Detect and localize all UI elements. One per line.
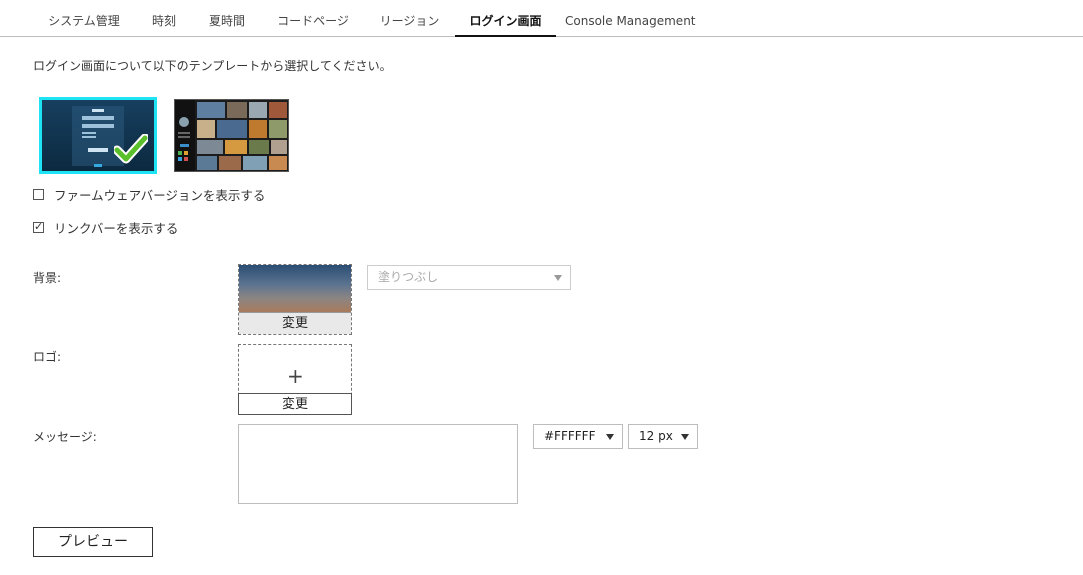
message-font-size-value: 12 px (639, 429, 673, 443)
preview-button[interactable]: プレビュー (33, 527, 153, 557)
background-label: 背景: (33, 271, 62, 285)
background-fill-value: 塗りつぶし (378, 270, 439, 284)
message-label: メッセージ: (33, 430, 97, 444)
chevron-down-icon (606, 434, 614, 440)
show-linkbar-checkbox[interactable]: ✓ (33, 220, 44, 233)
tab-region[interactable]: リージョン (372, 0, 447, 36)
background-change-button[interactable]: 変更 (239, 312, 351, 334)
background-thumbnail (239, 265, 351, 312)
checkmark-icon: ✓ (34, 220, 44, 233)
tab-bar: システム管理 時刻 夏時間 コードページ リージョン ログイン画面 Consol… (0, 0, 1083, 37)
plus-icon: + (287, 364, 304, 388)
show-firmware-option[interactable]: ファームウェアバージョンを表示する (33, 185, 265, 204)
message-font-size-select[interactable]: 12 px (628, 424, 698, 449)
show-firmware-label: ファームウェアバージョンを表示する (54, 188, 266, 203)
tab-login-screen[interactable]: ログイン画面 (455, 0, 556, 37)
tab-time[interactable]: 時刻 (143, 0, 185, 36)
message-color-value: #FFFFFF (544, 429, 596, 443)
chevron-down-icon (554, 275, 562, 281)
tab-console-management[interactable]: Console Management (565, 0, 696, 36)
template-option-2[interactable] (174, 99, 289, 172)
show-linkbar-option[interactable]: ✓ リンクバーを表示する (33, 218, 178, 237)
chevron-down-icon (681, 434, 689, 440)
background-image-box[interactable]: 変更 (238, 264, 352, 335)
tab-codepage[interactable]: コードページ (270, 0, 356, 36)
tab-daylight-saving[interactable]: 夏時間 (201, 0, 253, 36)
selected-check-icon (114, 134, 148, 164)
show-linkbar-label: リンクバーを表示する (54, 221, 179, 236)
background-fill-select[interactable]: 塗りつぶし (367, 265, 571, 290)
show-firmware-checkbox[interactable] (33, 189, 44, 200)
message-textarea[interactable] (238, 424, 518, 504)
intro-text: ログイン画面について以下のテンプレートから選択してください。 (33, 59, 392, 73)
logo-change-button[interactable]: 変更 (238, 393, 352, 415)
template-2-preview (175, 100, 288, 171)
tab-system-admin[interactable]: システム管理 (40, 0, 128, 36)
message-color-select[interactable]: #FFFFFF (533, 424, 623, 449)
logo-upload-box[interactable]: + 変更 (238, 344, 352, 415)
template-option-1[interactable] (39, 97, 157, 174)
logo-label: ロゴ: (33, 350, 62, 364)
